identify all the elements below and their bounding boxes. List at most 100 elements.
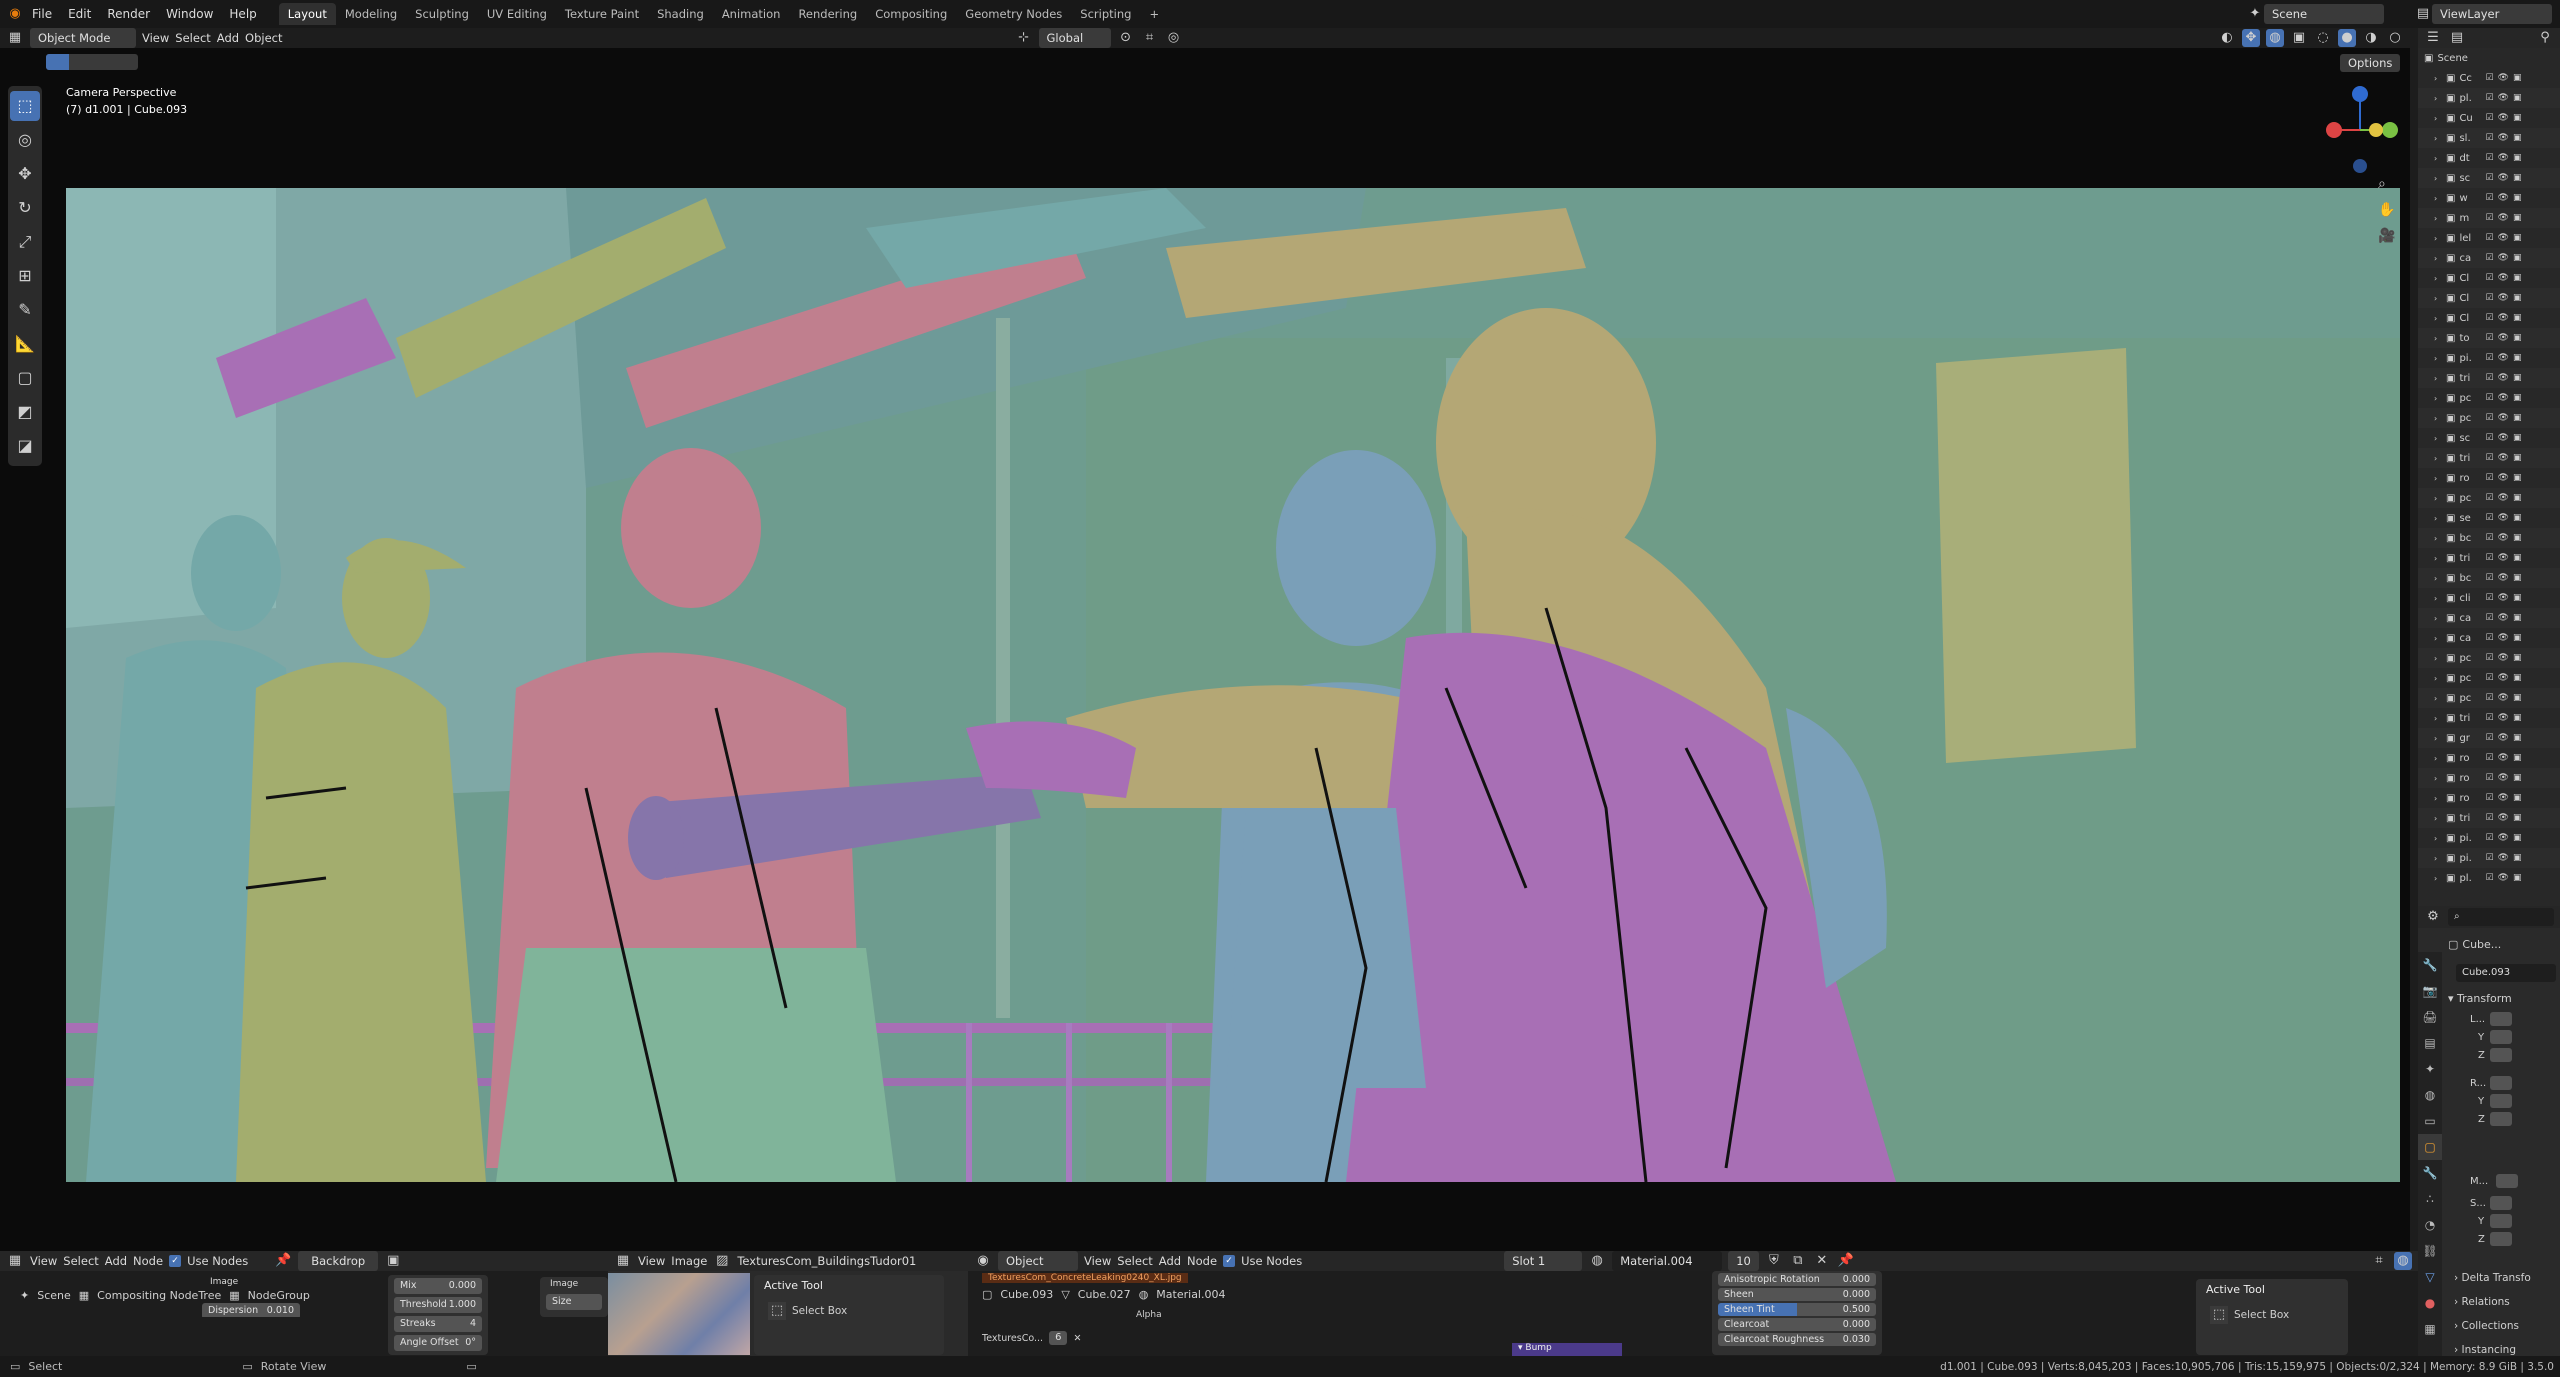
exclude-checkbox-icon[interactable]: ☑ [2485, 573, 2493, 583]
shader-use-nodes-checkbox-icon[interactable]: ✓ [1223, 1255, 1236, 1267]
image-editor-area[interactable]: Active Tool ⬚ Select Box [608, 1271, 968, 1356]
render-visibility-icon[interactable]: ▣ [2513, 393, 2522, 403]
glare-settings-node[interactable]: Mix 0.000 Threshold 1.000 Streaks 4 Angle O… [388, 1275, 488, 1355]
location-x[interactable] [2490, 1012, 2512, 1026]
rotation-y[interactable] [2490, 1094, 2512, 1108]
outliner-row[interactable]: › ▣ gr ☑ 👁 ▣ [2418, 728, 2560, 748]
comp-menu-select[interactable]: Select [63, 1251, 98, 1271]
editor-type-icon[interactable]: ▦ [6, 29, 24, 47]
exclude-checkbox-icon[interactable]: ☑ [2485, 553, 2493, 563]
particles-tab-icon[interactable]: ∴ [2418, 1186, 2442, 1212]
measure-tool-icon[interactable]: 📐 [10, 329, 40, 359]
outliner-row[interactable]: › ▣ bc ☑ 👁 ▣ [2418, 528, 2560, 548]
outliner-row[interactable]: › ▣ tri ☑ 👁 ▣ [2418, 548, 2560, 568]
outliner-row[interactable]: › ▣ se ☑ 👁 ▣ [2418, 508, 2560, 528]
exclude-checkbox-icon[interactable]: ☑ [2485, 153, 2493, 163]
outliner-row[interactable]: › ▣ sc ☑ 👁 ▣ [2418, 168, 2560, 188]
image-menu-image[interactable]: Image [671, 1251, 707, 1271]
eye-icon[interactable]: 👁 [2498, 333, 2509, 343]
bsdf-field[interactable]: Clearcoat 0.000 [1718, 1318, 1876, 1331]
expand-chevron-icon[interactable]: › [2434, 794, 2442, 803]
eye-icon[interactable]: 👁 [2498, 853, 2509, 863]
tab-layout[interactable]: Layout [278, 3, 336, 25]
outliner-row[interactable]: › ▣ tri ☑ 👁 ▣ [2418, 448, 2560, 468]
eye-icon[interactable]: 👁 [2498, 773, 2509, 783]
render-visibility-icon[interactable]: ▣ [2513, 73, 2522, 83]
expand-chevron-icon[interactable]: › [2434, 174, 2442, 183]
render-visibility-icon[interactable]: ▣ [2513, 593, 2522, 603]
object-tab-icon[interactable]: ▢ [2418, 1134, 2442, 1160]
menu-file[interactable]: File [24, 0, 60, 28]
outliner-row[interactable]: › ▣ ro ☑ 👁 ▣ [2418, 788, 2560, 808]
render-visibility-icon[interactable]: ▣ [2513, 553, 2522, 563]
menu-help[interactable]: Help [221, 0, 264, 28]
render-visibility-icon[interactable]: ▣ [2513, 873, 2522, 883]
navigation-gizmo[interactable] [2320, 84, 2400, 174]
render-visibility-icon[interactable]: ▣ [2513, 333, 2522, 343]
render-visibility-icon[interactable]: ▣ [2513, 493, 2522, 503]
exclude-checkbox-icon[interactable]: ☑ [2485, 813, 2493, 823]
exclude-checkbox-icon[interactable]: ☑ [2485, 173, 2493, 183]
shader-menu-select[interactable]: Select [1117, 1251, 1152, 1271]
scale-tool-icon[interactable]: ⤢ [10, 227, 40, 257]
tab-texture-paint[interactable]: Texture Paint [556, 3, 648, 25]
tool-tab-icon[interactable]: 🔧 [2418, 952, 2442, 978]
glare-node[interactable]: Image Dispersion 0.010 [196, 1277, 306, 1317]
scale-x[interactable] [2490, 1196, 2512, 1210]
xray-icon[interactable]: ▣ [2290, 29, 2308, 47]
outliner-row[interactable]: › ▣ dt ☑ 👁 ▣ [2418, 148, 2560, 168]
outliner-row[interactable]: › ▣ ca ☑ 👁 ▣ [2418, 248, 2560, 268]
render-visibility-icon[interactable]: ▣ [2513, 473, 2522, 483]
data-tab-icon[interactable]: ▽ [2418, 1264, 2442, 1290]
outliner-row[interactable]: › ▣ Cl ☑ 👁 ▣ [2418, 268, 2560, 288]
expand-chevron-icon[interactable]: › [2434, 354, 2442, 363]
render-visibility-icon[interactable]: ▣ [2513, 653, 2522, 663]
shear-tool-icon[interactable]: ◩ [10, 397, 40, 427]
backdrop-button[interactable]: Backdrop [298, 1251, 379, 1271]
pin-icon[interactable]: 📌 [274, 1252, 292, 1270]
location-z[interactable] [2490, 1048, 2512, 1062]
expand-chevron-icon[interactable]: › [2434, 874, 2442, 883]
render-visibility-icon[interactable]: ▣ [2513, 173, 2522, 183]
comp-menu-node[interactable]: Node [133, 1251, 163, 1271]
expand-chevron-icon[interactable]: › [2434, 114, 2442, 123]
expand-chevron-icon[interactable]: › [2434, 854, 2442, 863]
expand-chevron-icon[interactable]: › [2434, 814, 2442, 823]
mode-dropdown[interactable]: Object Mode [30, 28, 136, 48]
render-visibility-icon[interactable]: ▣ [2513, 633, 2522, 643]
size-field[interactable]: Size [546, 1294, 602, 1310]
outliner-row[interactable]: › ▣ m ☑ 👁 ▣ [2418, 208, 2560, 228]
outliner-row[interactable]: › ▣ w ☑ 👁 ▣ [2418, 188, 2560, 208]
render-visibility-icon[interactable]: ▣ [2513, 413, 2522, 423]
eye-icon[interactable]: 👁 [2498, 553, 2509, 563]
outliner-row[interactable]: › ▣ ca ☑ 👁 ▣ [2418, 628, 2560, 648]
object-name-field[interactable]: Cube.093 [2456, 964, 2556, 982]
collections-header[interactable]: › Collections [2454, 1320, 2519, 1332]
image-select-box-icon[interactable]: ⬚ [768, 1302, 786, 1320]
exclude-checkbox-icon[interactable]: ☑ [2485, 273, 2493, 283]
duplicate-material-icon[interactable]: ⧉ [1789, 1252, 1807, 1270]
unlink-material-icon[interactable]: ✕ [1813, 1252, 1831, 1270]
add-workspace-icon[interactable]: + [1140, 3, 1168, 25]
exclude-checkbox-icon[interactable]: ☑ [2485, 633, 2493, 643]
eye-icon[interactable]: 👁 [2498, 693, 2509, 703]
outliner-row[interactable]: › ▣ pl. ☑ 👁 ▣ [2418, 88, 2560, 108]
render-visibility-icon[interactable]: ▣ [2513, 693, 2522, 703]
tab-sculpting[interactable]: Sculpting [406, 3, 478, 25]
tab-uv-editing[interactable]: UV Editing [478, 3, 556, 25]
render-visibility-icon[interactable]: ▣ [2513, 673, 2522, 683]
pan-icon[interactable]: ✋ [2378, 202, 2395, 218]
expand-chevron-icon[interactable]: › [2434, 194, 2442, 203]
exclude-checkbox-icon[interactable]: ☑ [2485, 213, 2493, 223]
exclude-checkbox-icon[interactable]: ☑ [2485, 533, 2493, 543]
exclude-checkbox-icon[interactable]: ☑ [2485, 833, 2493, 843]
render-visibility-icon[interactable]: ▣ [2513, 373, 2522, 383]
eye-icon[interactable]: 👁 [2498, 273, 2509, 283]
eye-icon[interactable]: 👁 [2498, 633, 2509, 643]
shader-pin-icon[interactable]: 📌 [1837, 1252, 1855, 1270]
render-visibility-icon[interactable]: ▣ [2513, 573, 2522, 583]
add-cube-tool-icon[interactable]: ▢ [10, 363, 40, 393]
render-visibility-icon[interactable]: ▣ [2513, 213, 2522, 223]
render-visibility-icon[interactable]: ▣ [2513, 133, 2522, 143]
outliner-row[interactable]: › ▣ tri ☑ 👁 ▣ [2418, 708, 2560, 728]
